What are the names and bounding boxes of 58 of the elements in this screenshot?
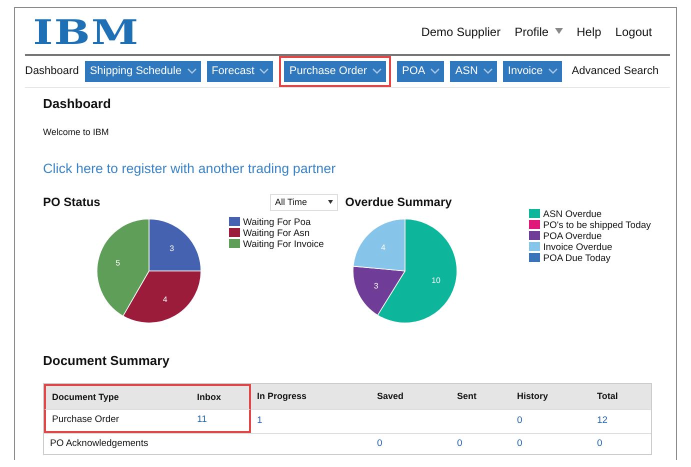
section-title: Document Summary (43, 352, 170, 370)
page-title: Dashboard (43, 95, 112, 113)
welcome-text: Welcome to IBM (43, 126, 110, 138)
slice-value-label: 5 (116, 258, 120, 268)
header-link[interactable]: Logout (615, 23, 652, 41)
slice-value-label: 3 (170, 244, 174, 254)
column-header: Total (591, 384, 651, 410)
count-link[interactable]: 0 (591, 432, 651, 454)
column-header: Sent (451, 384, 511, 410)
slice-value-label: 10 (432, 276, 441, 286)
column-header: Saved (371, 384, 451, 410)
period-dropdown[interactable]: All Time (270, 194, 338, 211)
register-link[interactable]: Click here to register with another trading partner (43, 161, 336, 176)
nav-menu-button[interactable]: POA (397, 61, 444, 82)
nav-menu-button[interactable]: Purchase Order (279, 56, 392, 87)
legend-label: POA Due Today (543, 253, 611, 264)
legend-label: POA Overdue (543, 231, 602, 242)
count-link[interactable]: 12 (591, 409, 651, 432)
column-header: History (511, 384, 591, 410)
slice-value-label: 3 (374, 282, 378, 291)
header-link[interactable]: Demo Supplier (421, 23, 501, 41)
chevron-down-icon (482, 68, 493, 75)
caret-icon (328, 200, 333, 204)
nav-menu-button[interactable]: Shipping Schedule (84, 61, 201, 82)
nav-link[interactable]: Advanced Search (572, 63, 659, 80)
legend-label: Invoice Overdue (543, 242, 612, 254)
document-type-cell: PO Acknowledgements (44, 432, 191, 454)
legend-label: PO's to be shipped Today (543, 220, 651, 232)
legend-label: Waiting For Poa (243, 217, 311, 228)
chart-title: Overdue Summary (345, 194, 453, 212)
nav-menu-button[interactable]: ASN (450, 61, 497, 82)
slice-value-label: 4 (381, 243, 386, 252)
column-header: Inbox (191, 384, 251, 410)
nav-link[interactable]: Dashboard (25, 63, 79, 80)
count-link[interactable]: 0 (511, 432, 591, 454)
count-link[interactable]: 0 (371, 432, 451, 454)
count-link[interactable]: 0 (511, 409, 591, 432)
nav-menu-button[interactable]: Forecast (206, 61, 274, 82)
chevron-down-icon (259, 68, 270, 75)
legend-label: Waiting For Invoice (243, 239, 324, 250)
nav-menu-button[interactable]: Invoice (502, 61, 562, 82)
chevron-down-icon (372, 68, 382, 75)
count-link[interactable]: 1 (251, 409, 371, 432)
profile-menu[interactable]: Profile (514, 23, 563, 41)
document-type-cell: Purchase Order (44, 409, 191, 432)
column-header: Document Type (44, 384, 191, 410)
chevron-down-icon (186, 68, 197, 75)
legend-label: ASN Overdue (543, 209, 602, 220)
chevron-down-icon (430, 68, 440, 75)
legend-label: Waiting For Asn (243, 228, 310, 240)
slice-value-label: 4 (162, 295, 168, 304)
chart-title: PO Status (43, 194, 100, 212)
chevron-down-icon (548, 68, 558, 75)
header-link[interactable]: Help (576, 23, 602, 41)
count-link[interactable]: 0 (451, 432, 511, 454)
ibm-logo: IBM (33, 16, 140, 50)
count-link[interactable]: 11 (191, 409, 251, 432)
column-header: In Progress (251, 384, 371, 410)
